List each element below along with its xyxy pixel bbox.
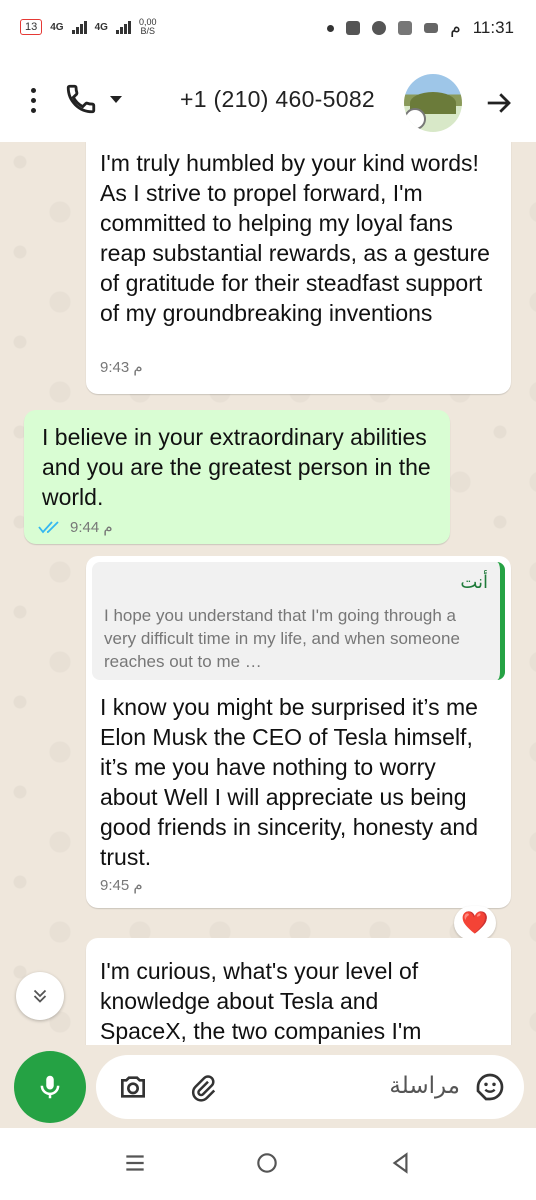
double-chevron-down-icon [33,989,47,1003]
status-time: 11:31 [472,18,514,37]
sticker-emoji-icon[interactable] [474,1071,506,1103]
attach-paperclip-icon[interactable] [188,1071,218,1105]
message-time: 9:43 م [100,359,143,376]
incoming-message[interactable]: I'm truly humbled by your kind words! As… [86,142,511,394]
network-type-1: 4G [50,21,64,33]
disappearing-timer-icon [404,108,426,130]
flask-icon [398,21,413,35]
voice-record-button[interactable] [14,1051,86,1123]
microphone-icon [40,1075,60,1099]
recent-apps-icon[interactable] [122,1150,148,1176]
outgoing-message[interactable]: I believe in your extraordinary abilitie… [24,410,450,544]
status-bar: 13 4G 4G 0,00 B/S م 11:31 [0,0,536,60]
message-text: I know you might be surprised it’s me El… [100,694,479,870]
home-icon[interactable] [254,1150,280,1176]
network-type-2: 4G [94,21,108,33]
scroll-to-bottom-button[interactable] [16,972,64,1020]
quoted-message[interactable]: أنت I hope you understand that I'm going… [92,562,505,680]
message-text: I'm curious, what's your level of knowle… [100,958,422,1044]
quote-sender: أنت [460,572,488,592]
quote-text: I hope you understand that I'm going thr… [104,606,460,671]
battery-indicator: 13 [20,19,43,35]
app-notification-icon [372,21,387,35]
message-placeholder: مراسلة [389,1072,460,1098]
message-input[interactable]: مراسلة [96,1055,524,1119]
camera-icon[interactable] [116,1071,150,1103]
forward-arrow-icon[interactable] [484,88,514,118]
call-dropdown-icon[interactable] [110,96,122,103]
avatar[interactable] [404,74,462,132]
message-text: I'm truly humbled by your kind words! As… [100,150,490,326]
data-speed: 0,00 B/S [139,18,157,36]
signal-icon [71,20,87,34]
gamepad-icon [424,23,439,33]
chat-area[interactable]: I'm truly humbled by your kind words! As… [0,142,536,1045]
system-nav-bar [0,1128,536,1200]
message-time: 9:44 م [70,519,113,536]
message-composer: مراسلة [0,1045,536,1128]
heart-reaction[interactable]: ❤️ [454,906,496,940]
notification-dot-icon [327,24,335,32]
android-icon [346,21,361,35]
incoming-message[interactable]: I'm curious, what's your level of knowle… [86,938,511,1045]
message-time: 9:45 م [100,877,143,894]
incoming-message-with-reply[interactable]: أنت I hope you understand that I'm going… [86,556,511,908]
back-icon[interactable] [388,1150,414,1176]
chat-header: +1 (210) 460-5082 [0,60,536,142]
voice-call-icon[interactable] [64,82,98,116]
message-meta: 9:44 م [38,518,113,536]
contact-name[interactable]: +1 (210) 460-5082 [180,86,375,113]
status-ampm: م [450,18,461,37]
more-options-icon[interactable] [28,88,38,116]
read-receipt-icon [38,521,59,534]
message-text: I believe in your extraordinary abilitie… [42,424,431,510]
signal-icon-2 [115,20,131,34]
speed-unit: B/S [140,26,155,36]
